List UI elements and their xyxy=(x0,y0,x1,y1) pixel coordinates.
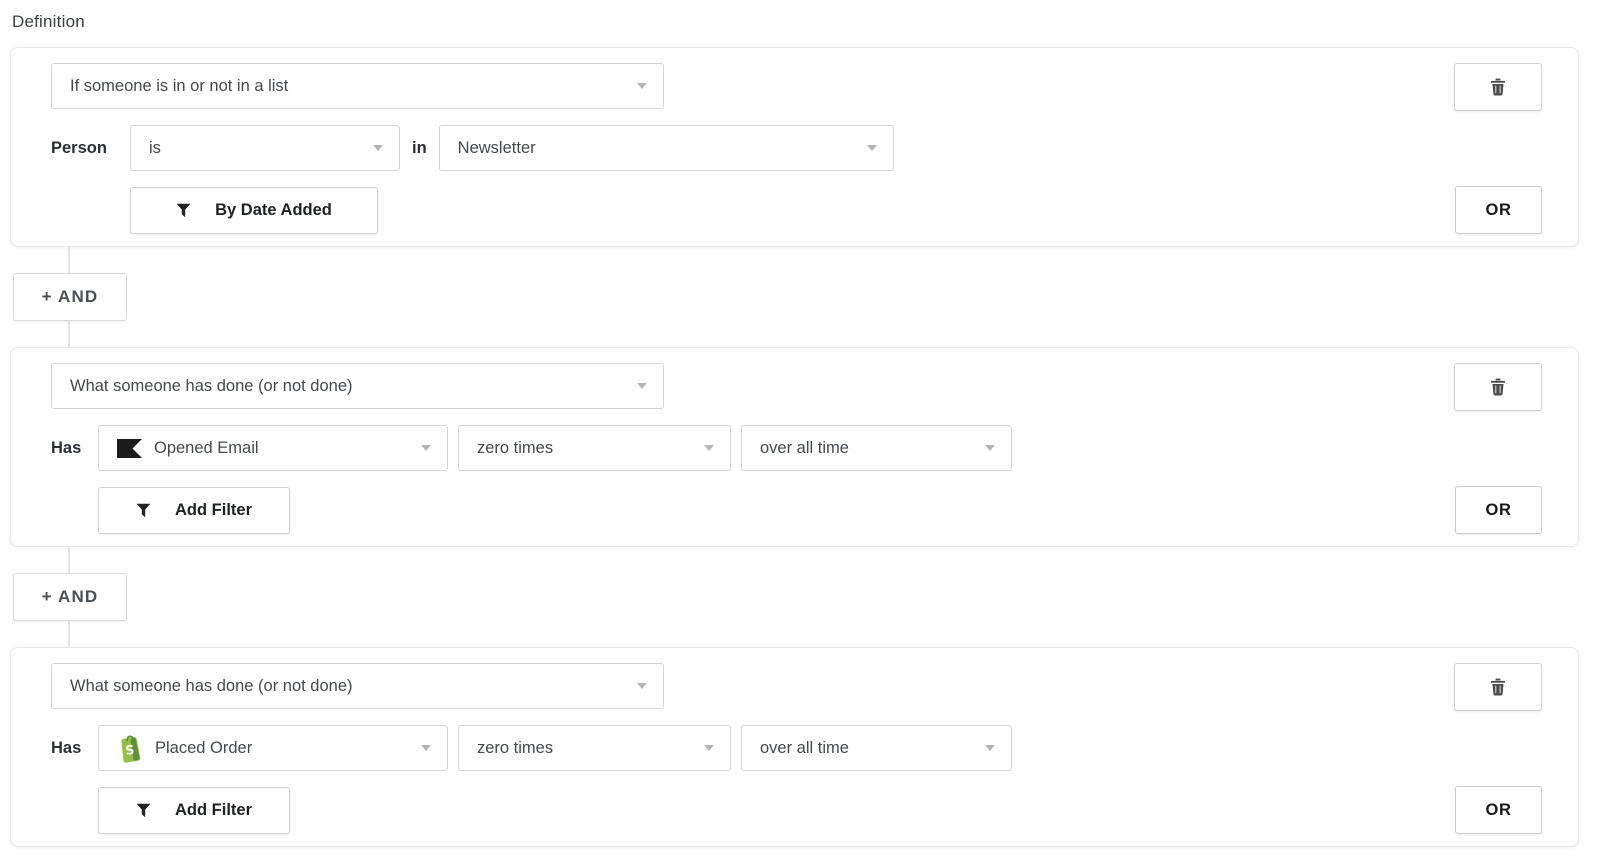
or-button[interactable]: OR xyxy=(1455,186,1542,234)
by-date-added-button[interactable]: By Date Added xyxy=(130,187,378,234)
condition-type-row: What someone has done (or not done) xyxy=(51,363,1012,409)
add-filter-button[interactable]: Add Filter xyxy=(98,787,290,834)
filter-row: By Date Added xyxy=(51,187,894,234)
condition-card-opened-email: What someone has done (or not done) Has … xyxy=(10,347,1579,547)
and-separator: + AND xyxy=(10,247,1579,347)
segment-definition-builder: Definition If someone is in or not in a … xyxy=(0,0,1600,847)
has-label: Has xyxy=(51,439,88,458)
list-dropdown[interactable]: Newsletter xyxy=(439,125,894,171)
or-button[interactable]: OR xyxy=(1455,786,1542,834)
filter-row: Add Filter xyxy=(51,487,1012,534)
count-dropdown[interactable]: zero times xyxy=(458,725,731,771)
in-label: in xyxy=(412,139,427,158)
metric-dropdown[interactable]: Opened Email xyxy=(98,425,448,471)
klaviyo-flag-icon xyxy=(117,439,142,458)
metric-value: Opened Email xyxy=(154,439,259,458)
add-filter-label: Add Filter xyxy=(175,501,252,520)
condition-card-placed-order: What someone has done (or not done) Has … xyxy=(10,647,1579,847)
condition-type-dropdown[interactable]: What someone has done (or not done) xyxy=(51,663,664,709)
add-filter-label: Add Filter xyxy=(175,801,252,820)
condition-card-main: If someone is in or not in a list Person… xyxy=(51,63,894,234)
condition-card-side: OR xyxy=(1454,63,1542,234)
operator-dropdown[interactable]: is xyxy=(130,125,400,171)
chevron-down-icon xyxy=(637,683,647,689)
metric-row: Has S Placed Order zero times xyxy=(51,725,1012,771)
condition-type-value: If someone is in or not in a list xyxy=(70,77,288,96)
chevron-down-icon xyxy=(704,445,714,451)
chevron-down-icon xyxy=(421,445,431,451)
trash-icon xyxy=(1490,378,1506,396)
count-value: zero times xyxy=(477,739,553,758)
funnel-icon xyxy=(136,503,151,518)
timeframe-value: over all time xyxy=(760,739,849,758)
svg-text:S: S xyxy=(125,742,135,758)
condition-type-dropdown[interactable]: What someone has done (or not done) xyxy=(51,363,664,409)
condition-type-row: What someone has done (or not done) xyxy=(51,663,1012,709)
add-and-condition-button[interactable]: + AND xyxy=(13,273,127,321)
and-separator: + AND xyxy=(10,547,1579,647)
has-label: Has xyxy=(51,739,88,758)
timeframe-value: over all time xyxy=(760,439,849,458)
condition-card-side: OR xyxy=(1454,663,1542,834)
trash-icon xyxy=(1490,678,1506,696)
metric-value: Placed Order xyxy=(155,739,252,758)
condition-type-value: What someone has done (or not done) xyxy=(70,677,353,696)
delete-condition-button[interactable] xyxy=(1454,663,1542,711)
list-value: Newsletter xyxy=(458,139,536,158)
trash-icon xyxy=(1490,78,1506,96)
chevron-down-icon xyxy=(373,145,383,151)
definition-heading: Definition xyxy=(12,12,1579,34)
count-value: zero times xyxy=(477,439,553,458)
chevron-down-icon xyxy=(985,445,995,451)
operator-value: is xyxy=(149,139,161,158)
list-membership-row: Person is in Newsletter xyxy=(51,125,894,171)
condition-type-row: If someone is in or not in a list xyxy=(51,63,894,109)
chevron-down-icon xyxy=(637,383,647,389)
metric-dropdown[interactable]: S Placed Order xyxy=(98,725,448,771)
funnel-icon xyxy=(136,803,151,818)
timeframe-dropdown[interactable]: over all time xyxy=(741,725,1012,771)
add-filter-button[interactable]: Add Filter xyxy=(98,487,290,534)
chevron-down-icon xyxy=(704,745,714,751)
delete-condition-button[interactable] xyxy=(1454,363,1542,411)
chevron-down-icon xyxy=(637,83,647,89)
funnel-icon xyxy=(176,203,191,218)
add-and-condition-button[interactable]: + AND xyxy=(13,573,127,621)
timeframe-dropdown[interactable]: over all time xyxy=(741,425,1012,471)
by-date-added-label: By Date Added xyxy=(215,201,332,220)
condition-type-dropdown[interactable]: If someone is in or not in a list xyxy=(51,63,664,109)
chevron-down-icon xyxy=(867,145,877,151)
shopify-icon: S xyxy=(117,733,143,763)
count-dropdown[interactable]: zero times xyxy=(458,425,731,471)
condition-card-side: OR xyxy=(1454,363,1542,534)
chevron-down-icon xyxy=(421,745,431,751)
person-label: Person xyxy=(51,139,118,158)
chevron-down-icon xyxy=(985,745,995,751)
condition-type-value: What someone has done (or not done) xyxy=(70,377,353,396)
delete-condition-button[interactable] xyxy=(1454,63,1542,111)
filter-row: Add Filter xyxy=(51,787,1012,834)
metric-row: Has Opened Email zero times over all tim… xyxy=(51,425,1012,471)
condition-card-main: What someone has done (or not done) Has … xyxy=(51,663,1012,834)
or-button[interactable]: OR xyxy=(1455,486,1542,534)
condition-card-list-membership: If someone is in or not in a list Person… xyxy=(10,47,1579,247)
condition-card-main: What someone has done (or not done) Has … xyxy=(51,363,1012,534)
